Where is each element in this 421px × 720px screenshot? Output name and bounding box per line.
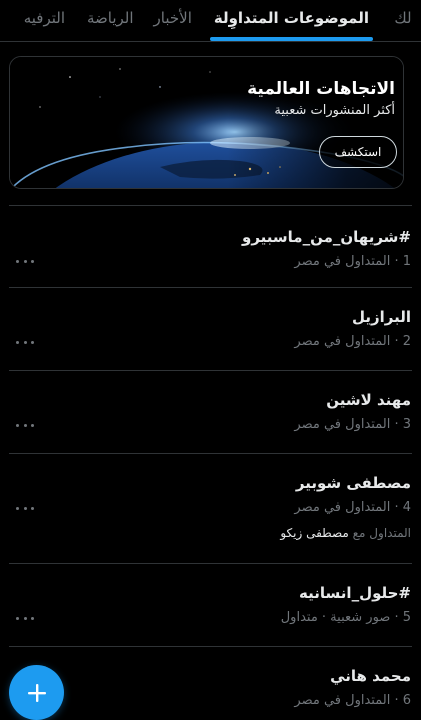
trend-title: مصطفى شوبير xyxy=(295,474,411,492)
trend-related: المتداول مع مصطفى زيكو xyxy=(280,526,411,540)
trend-title: #حلول_انسانيه xyxy=(299,584,411,602)
related-prefix: المتداول مع xyxy=(352,526,411,540)
tab-sports[interactable]: الرياضة xyxy=(87,0,134,41)
trend-item[interactable]: مصطفى شوبير 4 · المتداول في مصر المتداول… xyxy=(0,454,421,564)
tab-entertainment[interactable]: الترفيه xyxy=(24,0,65,41)
related-name: مصطفى زيكو xyxy=(280,526,349,540)
plus-icon xyxy=(27,683,46,702)
global-trends-banner[interactable]: الاتجاهات العالمية أكثر المنشورات شعبية … xyxy=(9,56,404,189)
trend-meta: 3 · المتداول في مصر xyxy=(294,417,411,432)
tab-for-you[interactable]: لك xyxy=(383,0,421,41)
tab-trending[interactable]: الموضوعات المتداوِلة xyxy=(209,0,374,41)
trend-item[interactable]: #شريهان_من_ماسبيرو 1 · المتداول في مصر xyxy=(0,206,421,288)
trend-title: محمد هاني xyxy=(330,667,411,685)
trend-meta: 5 · صور شعبية · متداول xyxy=(280,610,411,625)
trend-meta: 4 · المتداول في مصر xyxy=(294,500,411,515)
trend-title: البرازيل xyxy=(351,308,411,326)
tab-news[interactable]: الأخبار xyxy=(154,0,192,41)
compose-button[interactable] xyxy=(9,665,64,720)
trend-item[interactable]: محمد هاني 6 · المتداول في مصر xyxy=(0,647,421,720)
explore-button[interactable]: استكشف xyxy=(319,136,397,168)
trend-item[interactable]: البرازيل 2 · المتداول في مصر xyxy=(0,288,421,371)
more-horizontal-icon[interactable] xyxy=(16,505,34,511)
trend-title: #شريهان_من_ماسبيرو xyxy=(242,228,411,246)
trend-item[interactable]: #حلول_انسانيه 5 · صور شعبية · متداول xyxy=(0,564,421,647)
banner-subtitle: أكثر المنشورات شعبية xyxy=(274,103,395,118)
trend-meta: 2 · المتداول في مصر xyxy=(294,334,411,349)
more-horizontal-icon[interactable] xyxy=(16,615,34,621)
more-horizontal-icon[interactable] xyxy=(16,258,34,264)
more-horizontal-icon[interactable] xyxy=(16,339,34,345)
trend-meta: 1 · المتداول في مصر xyxy=(294,254,411,269)
app-root: لك الموضوعات المتداوِلة الأخبار الرياضة … xyxy=(0,0,421,720)
explore-tabs: لك الموضوعات المتداوِلة الأخبار الرياضة … xyxy=(0,0,421,42)
trend-item[interactable]: مهند لاشين 3 · المتداول في مصر xyxy=(0,371,421,454)
more-horizontal-icon[interactable] xyxy=(16,422,34,428)
trend-title: مهند لاشين xyxy=(326,391,411,409)
earth-globe-image xyxy=(10,57,403,188)
trend-meta: 6 · المتداول في مصر xyxy=(294,693,411,708)
banner-title: الاتجاهات العالمية xyxy=(247,79,395,99)
